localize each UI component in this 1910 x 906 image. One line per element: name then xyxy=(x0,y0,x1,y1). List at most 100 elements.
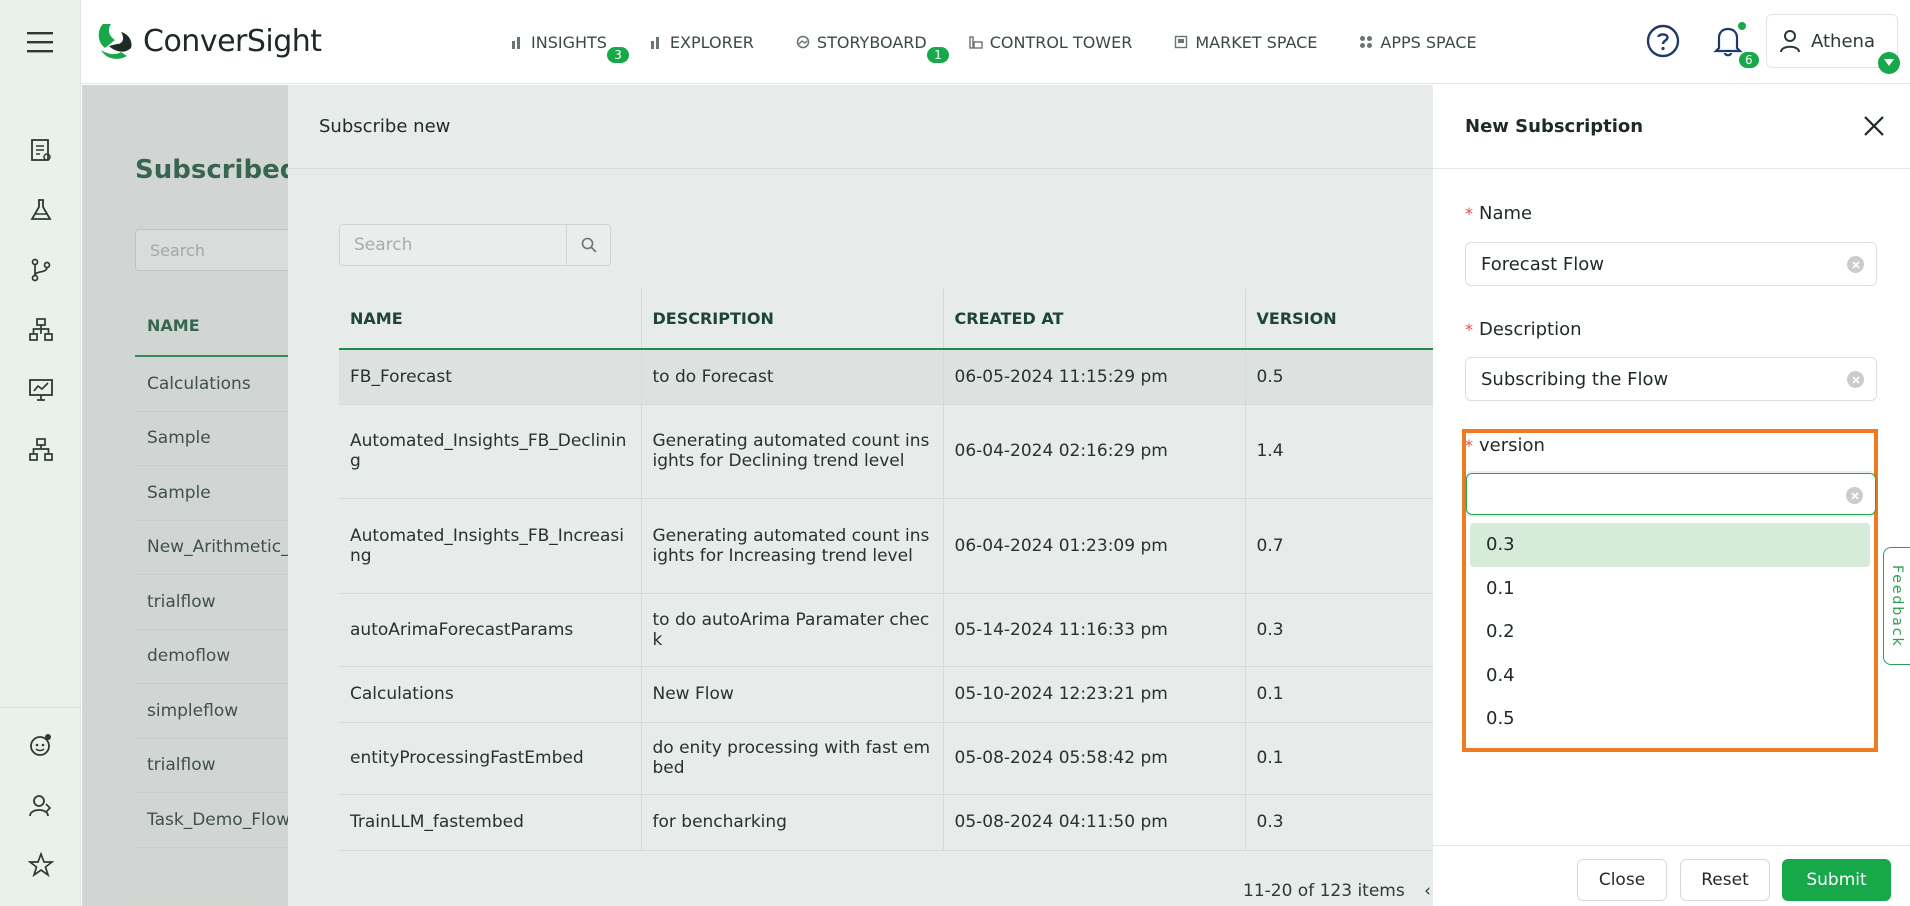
version-option[interactable]: 0.1 xyxy=(1466,567,1874,611)
app-logo[interactable]: ConverSight xyxy=(95,20,322,62)
description-field-value: Subscribing the Flow xyxy=(1481,368,1669,390)
cell-created-at: 05-10-2024 12:23:21 pm xyxy=(943,666,1246,723)
table-row[interactable]: TrainLLM_fastembed for bencharking 05-08… xyxy=(339,794,1434,851)
submit-button[interactable]: Submit xyxy=(1782,859,1891,901)
help-icon[interactable] xyxy=(1646,24,1680,58)
version-option[interactable]: 0.3 xyxy=(1470,523,1870,567)
market-icon xyxy=(1175,35,1188,49)
version-select[interactable] xyxy=(1466,473,1876,515)
cell-created-at: 05-14-2024 11:16:33 pm xyxy=(943,593,1246,667)
cell-description: to do autoArima Paramater check xyxy=(641,593,944,667)
chevron-left-icon[interactable]: ‹ xyxy=(1424,881,1431,901)
cell-description: New Flow xyxy=(641,666,944,723)
subscribe-search-input[interactable]: Search xyxy=(340,225,566,265)
menu-icon[interactable] xyxy=(0,0,81,84)
cell-created-at: 05-08-2024 05:58:42 pm xyxy=(943,722,1246,795)
cell-created-at: 06-05-2024 11:15:29 pm xyxy=(943,349,1246,405)
control-tower-icon xyxy=(969,36,983,49)
clear-icon[interactable] xyxy=(1846,487,1863,504)
apps-icon xyxy=(1360,36,1373,48)
storyboard-count-badge: 1 xyxy=(927,46,949,63)
presentation-icon[interactable] xyxy=(26,375,56,405)
nav-market-space-label: MARKET SPACE xyxy=(1195,32,1318,52)
subscribe-new-panel: Subscribe new Search NAME DESCRIPTION CR… xyxy=(288,85,1434,906)
close-icon[interactable] xyxy=(1857,109,1891,143)
table-row[interactable]: Automated_Insights_FB_Declining Generati… xyxy=(339,404,1434,499)
cell-description: Generating automated count insights for … xyxy=(641,498,944,594)
name-label-text: Name xyxy=(1479,203,1533,224)
feedback-label: Feedback xyxy=(1889,564,1905,648)
nav-storyboard-label: STORYBOARD xyxy=(816,32,927,52)
table-row[interactable]: Calculations New Flow 05-10-2024 12:23:2… xyxy=(339,666,1434,723)
clear-icon[interactable] xyxy=(1847,371,1864,388)
storyboard-icon xyxy=(796,35,810,49)
nav-insights-label: INSIGHTS xyxy=(531,32,607,52)
nav-explorer-label: EXPLORER xyxy=(669,32,754,52)
pagination-text: 11-20 of 123 items xyxy=(1243,881,1405,901)
notification-count-badge: 6 xyxy=(1739,52,1759,68)
cell-version: 0.3 xyxy=(1245,593,1434,667)
user-name: Athena xyxy=(1811,30,1875,52)
report-icon[interactable] xyxy=(26,135,56,165)
nav-apps-space[interactable]: APPS SPACE xyxy=(1359,33,1477,52)
close-button[interactable]: Close xyxy=(1577,859,1667,901)
table-row[interactable]: Automated_Insights_FB_Increasing Generat… xyxy=(339,498,1434,594)
cell-name: Automated_Insights_FB_Declining xyxy=(339,404,642,499)
nav-explorer[interactable]: EXPLORER xyxy=(649,33,754,52)
clear-icon[interactable] xyxy=(1847,256,1864,273)
assistant-icon[interactable] xyxy=(26,730,56,760)
flask-icon[interactable] xyxy=(26,195,56,225)
search-icon[interactable] xyxy=(566,225,610,265)
flows-table: NAME DESCRIPTION CREATED AT VERSION FB_F… xyxy=(339,289,1434,851)
hierarchy-icon[interactable] xyxy=(26,315,56,345)
nav-market-space[interactable]: MARKET SPACE xyxy=(1174,33,1317,52)
column-header-description[interactable]: DESCRIPTION xyxy=(641,289,944,350)
reset-button[interactable]: Reset xyxy=(1680,859,1770,901)
feedback-tab[interactable]: Feedback xyxy=(1883,547,1910,665)
version-option[interactable]: 0.2 xyxy=(1466,610,1874,654)
drawer-footer: Close Reset Submit xyxy=(1433,845,1910,906)
nav-storyboard[interactable]: STORYBOARD 1 xyxy=(796,32,949,63)
description-label: * Description xyxy=(1465,319,1582,340)
description-label-text: Description xyxy=(1479,319,1582,340)
table-row[interactable]: autoArimaForecastParams to do autoArima … xyxy=(339,593,1434,667)
cell-version: 0.7 xyxy=(1245,498,1434,594)
description-field[interactable]: Subscribing the Flow xyxy=(1465,357,1877,401)
cell-name: entityProcessingFastEmbed xyxy=(339,722,642,795)
table-row[interactable]: entityProcessingFastEmbed do enity proce… xyxy=(339,722,1434,795)
name-field-value: Forecast Flow xyxy=(1481,253,1604,275)
table-row[interactable]: FB_Forecast to do Forecast 06-05-2024 11… xyxy=(339,349,1434,405)
nav-insights[interactable]: INSIGHTS 3 xyxy=(510,32,629,63)
cell-version: 1.4 xyxy=(1245,404,1434,499)
cell-description: Generating automated count insights for … xyxy=(641,404,944,499)
cell-name: FB_Forecast xyxy=(339,349,642,405)
column-header-name[interactable]: NAME xyxy=(339,289,642,350)
column-header-version[interactable]: VERSION xyxy=(1245,289,1434,350)
drawer-title: New Subscription xyxy=(1433,85,1910,169)
cell-version: 0.5 xyxy=(1245,349,1434,405)
top-bar: ConverSight INSIGHTS 3 EXPLORER STORYBOA… xyxy=(0,0,1910,84)
cell-created-at: 06-04-2024 02:16:29 pm xyxy=(943,404,1246,499)
star-icon[interactable] xyxy=(26,850,56,880)
user-icon xyxy=(1780,30,1800,53)
cell-created-at: 05-08-2024 04:11:50 pm xyxy=(943,794,1246,851)
cell-created-at: 06-04-2024 01:23:09 pm xyxy=(943,498,1246,594)
bar-chart-icon xyxy=(512,37,520,49)
subscribe-search[interactable]: Search xyxy=(339,224,611,266)
cell-description: for bencharking xyxy=(641,794,944,851)
logo-icon xyxy=(98,24,132,59)
version-option[interactable]: 0.4 xyxy=(1466,654,1874,698)
bar-chart-icon xyxy=(650,37,659,49)
cell-name: Automated_Insights_FB_Increasing xyxy=(339,498,642,594)
network-icon[interactable] xyxy=(26,435,56,465)
column-header-created-at[interactable]: CREATED AT xyxy=(943,289,1246,350)
chevron-down-icon[interactable] xyxy=(1878,52,1900,74)
left-sidebar xyxy=(0,84,81,906)
flow-branch-icon[interactable] xyxy=(26,255,56,285)
name-field[interactable]: Forecast Flow xyxy=(1465,242,1877,286)
cell-version: 0.1 xyxy=(1245,722,1434,795)
users-icon[interactable] xyxy=(26,790,56,820)
version-option[interactable]: 0.5 xyxy=(1466,697,1874,741)
nav-control-tower[interactable]: CONTROL TOWER xyxy=(969,33,1132,52)
pagination-summary: 11-20 of 123 items ‹ xyxy=(1243,881,1431,901)
